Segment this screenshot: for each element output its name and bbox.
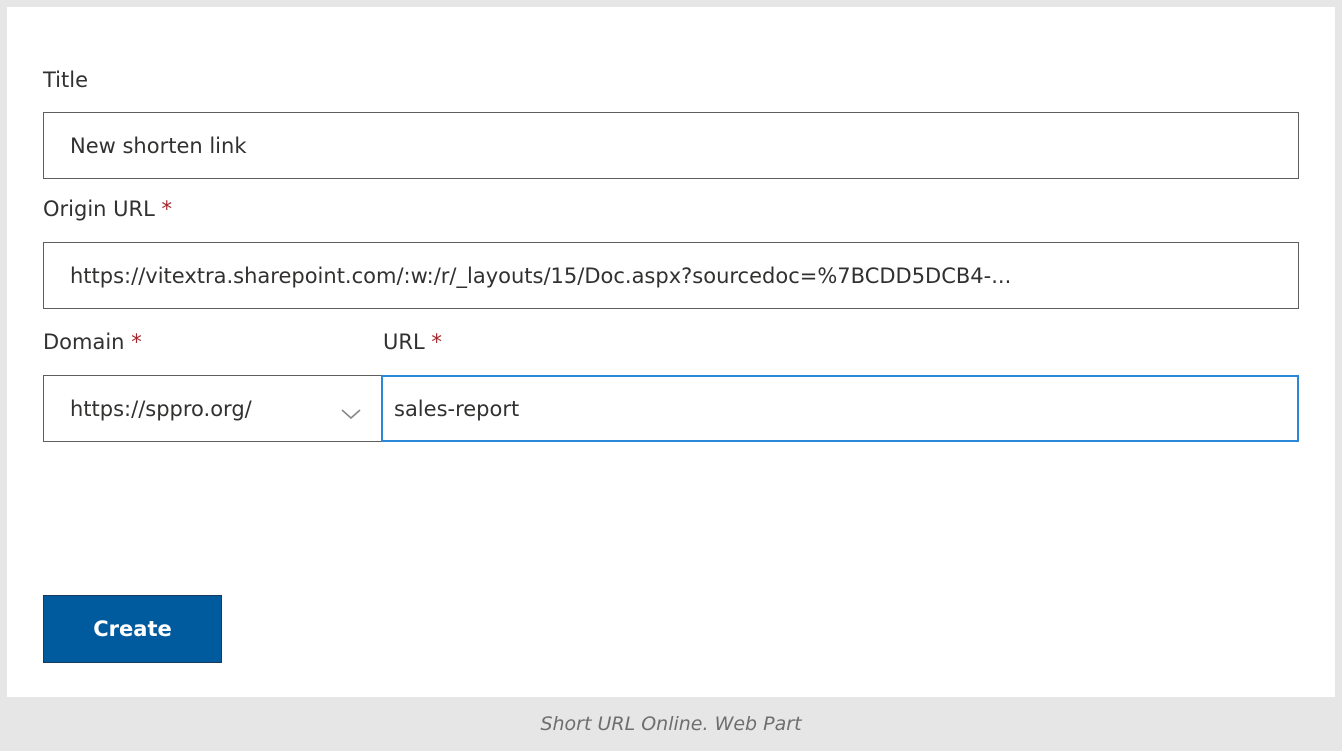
domain-required-marker: *: [131, 330, 142, 354]
origin-url-input[interactable]: https://vitextra.sharepoint.com/:w:/r/_l…: [43, 242, 1299, 309]
title-input[interactable]: New shorten link: [43, 112, 1299, 179]
title-input-value: New shorten link: [70, 133, 247, 158]
origin-url-label: Origin URL *: [43, 197, 172, 221]
domain-dropdown[interactable]: https://sppro.org/: [43, 375, 383, 442]
footer-caption-text: Short URL Online. Web Part: [540, 713, 802, 735]
title-label-text: Title: [43, 68, 89, 92]
domain-label-text: Domain: [43, 330, 125, 354]
origin-url-required-marker: *: [161, 197, 173, 221]
chevron-down-icon: [340, 402, 362, 419]
title-label: Title: [43, 68, 88, 92]
url-required-marker: *: [431, 330, 442, 354]
create-button[interactable]: Create: [43, 595, 222, 663]
origin-url-label-text: Origin URL: [43, 197, 155, 221]
origin-url-input-value: https://vitextra.sharepoint.com/:w:/r/_l…: [70, 263, 1012, 288]
url-label: URL *: [383, 330, 442, 354]
domain-dropdown-value: https://sppro.org/: [70, 396, 252, 421]
domain-label: Domain *: [43, 330, 142, 354]
url-label-text: URL: [383, 330, 425, 354]
create-button-label: Create: [93, 617, 172, 641]
url-input[interactable]: sales-report: [381, 375, 1299, 442]
url-input-value: sales-report: [394, 396, 520, 421]
footer-caption: Short URL Online. Web Part: [0, 697, 1342, 751]
